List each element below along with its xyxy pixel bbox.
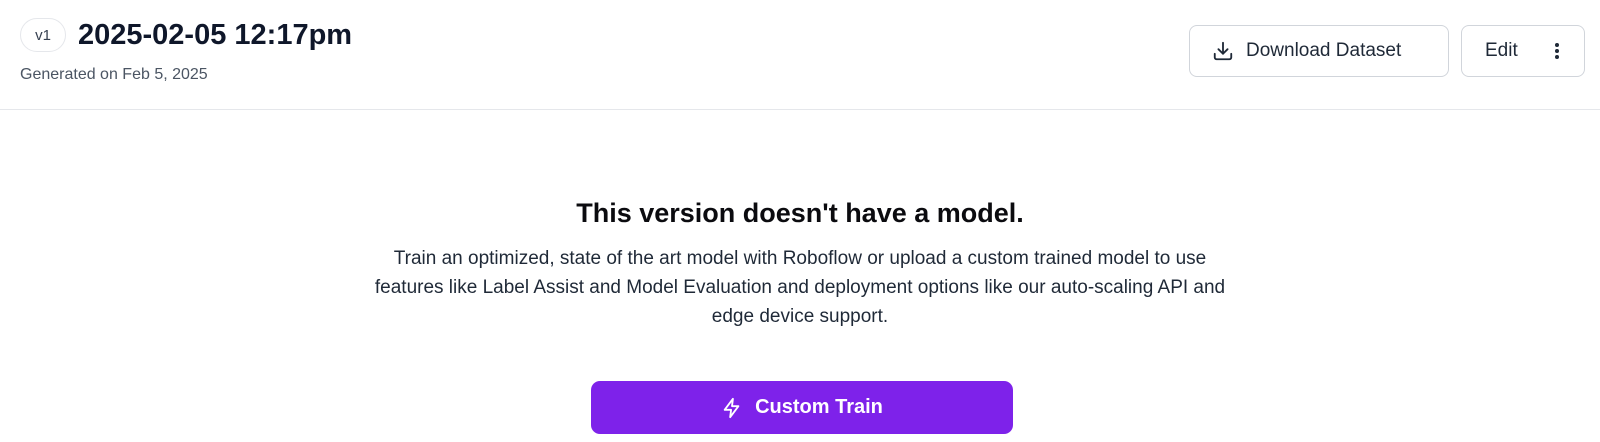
- download-dataset-label: Download Dataset: [1246, 40, 1402, 61]
- lightning-icon: [721, 397, 743, 419]
- more-vertical-icon[interactable]: [1548, 40, 1566, 62]
- generated-date: Generated on Feb 5, 2025: [20, 66, 208, 83]
- empty-state-title: This version doesn't have a model.: [576, 198, 1024, 228]
- version-badge: v1: [20, 18, 66, 52]
- edit-button[interactable]: Edit: [1461, 25, 1585, 77]
- version-header: v1 2025-02-05 12:17pm Generated on Feb 5…: [0, 0, 1600, 110]
- download-dataset-button[interactable]: Download Dataset: [1189, 25, 1449, 77]
- custom-train-button[interactable]: Custom Train: [591, 381, 1013, 434]
- custom-train-label: Custom Train: [755, 396, 883, 418]
- version-title: 2025-02-05 12:17pm: [78, 19, 353, 51]
- empty-state-description: Train an optimized, state of the art mod…: [374, 248, 1226, 327]
- edit-label: Edit: [1485, 40, 1518, 61]
- no-model-empty-state: This version doesn't have a model. Train…: [0, 110, 1600, 442]
- download-icon: [1212, 40, 1234, 62]
